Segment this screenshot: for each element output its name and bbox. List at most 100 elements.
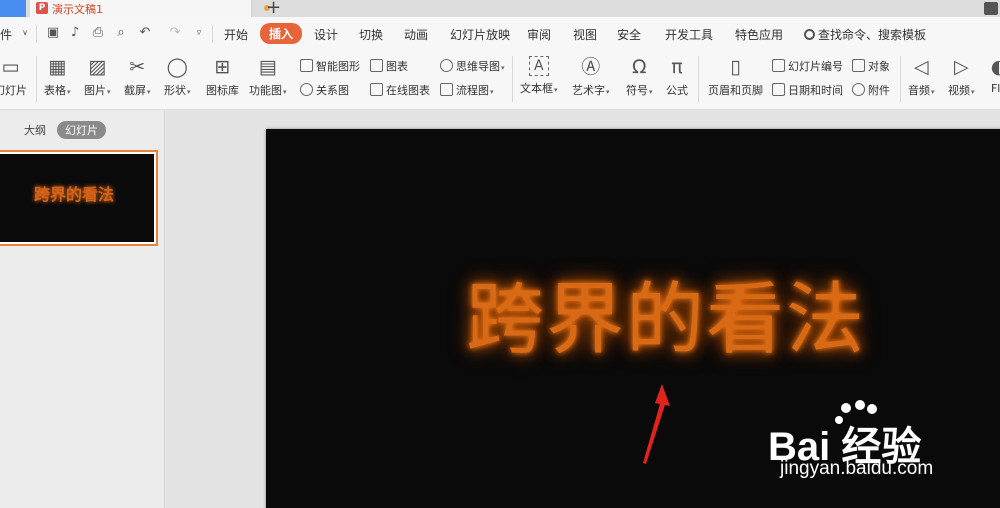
word-art-button[interactable]: Ⓐ 艺术字▾ bbox=[572, 56, 610, 98]
online-chart-icon bbox=[370, 83, 383, 96]
object-icon bbox=[852, 59, 865, 72]
symbol-button[interactable]: Ω 符号▾ bbox=[626, 56, 653, 98]
undo-icon[interactable]: ↶ bbox=[138, 26, 152, 40]
print-icon[interactable]: ⎙ bbox=[91, 26, 105, 40]
smart-shape-button[interactable]: 智能图形 bbox=[300, 58, 360, 74]
menu-animation[interactable]: 动画 bbox=[404, 26, 428, 43]
tab-slides[interactable]: 幻灯片 bbox=[57, 121, 106, 139]
command-search-label: 查找命令、搜索模板 bbox=[818, 28, 927, 42]
menu-transition[interactable]: 切换 bbox=[359, 26, 383, 43]
smart-shape-icon bbox=[300, 59, 313, 72]
online-chart-button[interactable]: 在线图表 bbox=[370, 82, 430, 98]
picture-icon: ▨ bbox=[88, 56, 107, 78]
flash-label: Fla bbox=[990, 82, 1000, 95]
customize-icon[interactable]: ▿ bbox=[192, 26, 206, 40]
header-footer-icon: ▯ bbox=[730, 56, 741, 78]
menu-insert[interactable]: 插入 bbox=[260, 23, 303, 44]
chart-label: 图表 bbox=[386, 60, 408, 73]
chevron-down-icon[interactable]: ∨ bbox=[18, 26, 32, 40]
file-menu[interactable]: 文件 bbox=[0, 26, 12, 43]
online-chart-label: 在线图表 bbox=[386, 84, 430, 97]
text-box-button[interactable]: A 文本框▾ bbox=[520, 56, 558, 96]
redo-icon[interactable]: ↷ bbox=[168, 26, 182, 40]
slide-number-button[interactable]: 幻灯片编号 bbox=[772, 58, 843, 74]
home-tab[interactable] bbox=[0, 0, 26, 17]
omega-icon: Ω bbox=[631, 56, 647, 78]
menu-review[interactable]: 审阅 bbox=[527, 26, 551, 43]
flow-chart-button[interactable]: 流程图▾ bbox=[440, 82, 494, 98]
object-button[interactable]: 对象 bbox=[852, 58, 890, 74]
audio-button[interactable]: ◁ 音频▾ bbox=[908, 56, 935, 98]
document-name: 演示文稿1 bbox=[52, 3, 103, 16]
relation-button[interactable]: 关系图 bbox=[300, 82, 349, 98]
paw-toe bbox=[855, 400, 865, 410]
print-preview-icon[interactable]: ⌕ bbox=[114, 26, 128, 40]
function-chart-icon: ▤ bbox=[258, 56, 277, 78]
menu-home[interactable]: 开始 bbox=[224, 26, 248, 43]
video-button[interactable]: ▷ 视频▾ bbox=[948, 56, 975, 98]
baidu-watermark: Bai 经验 jingyan.baidu.com bbox=[768, 400, 968, 490]
divider bbox=[36, 25, 37, 43]
presentation-icon: P bbox=[36, 2, 48, 14]
formula-button[interactable]: π 公式 bbox=[666, 56, 688, 98]
table-label: 表格 bbox=[44, 84, 66, 97]
table-button[interactable]: ▦ 表格▾ bbox=[44, 56, 71, 98]
flow-chart-label: 流程图 bbox=[456, 84, 489, 97]
smart-shape-label: 智能图形 bbox=[316, 60, 360, 73]
speaker-icon: ◁ bbox=[913, 56, 929, 78]
slide-thumbnail[interactable]: 跨界的看法 bbox=[0, 150, 158, 246]
flow-chart-icon bbox=[440, 83, 453, 96]
word-art-icon: Ⓐ bbox=[581, 56, 601, 78]
relation-label: 关系图 bbox=[316, 84, 349, 97]
picture-button[interactable]: ▨ 图片▾ bbox=[84, 56, 111, 98]
attachment-button[interactable]: 附件 bbox=[852, 82, 890, 98]
new-tab-button[interactable]: + bbox=[266, 0, 281, 18]
menu-features[interactable]: 特色应用 bbox=[735, 26, 783, 43]
video-icon: ▷ bbox=[953, 56, 969, 78]
new-slide-label: 幻灯片 bbox=[0, 84, 27, 97]
menu-developer[interactable]: 开发工具 bbox=[665, 26, 713, 43]
menu-view[interactable]: 视图 bbox=[573, 26, 597, 43]
slide-title[interactable]: 跨界的看法 bbox=[466, 257, 866, 369]
icon-library-label: 图标库 bbox=[206, 84, 239, 97]
icon-library-button[interactable]: ⊞ 图标库 bbox=[206, 56, 239, 98]
function-chart-label: 功能图 bbox=[249, 84, 282, 97]
menu-slideshow[interactable]: 幻灯片放映 bbox=[450, 26, 510, 43]
date-time-label: 日期和时间 bbox=[788, 84, 843, 97]
audio-label: 音频 bbox=[908, 84, 930, 97]
divider bbox=[36, 56, 37, 102]
flash-button[interactable]: ◐ Fla bbox=[988, 56, 1000, 95]
header-footer-label: 页眉和页脚 bbox=[708, 84, 763, 97]
screenshot-button[interactable]: ✂ 截屏▾ bbox=[124, 56, 151, 98]
slide-number-icon bbox=[772, 59, 785, 72]
document-tab[interactable]: P 演示文稿1 bbox=[30, 0, 270, 17]
mind-map-button[interactable]: 思维导图▾ bbox=[440, 58, 505, 74]
save-icon[interactable]: ▣ bbox=[46, 26, 60, 40]
header-footer-button[interactable]: ▯ 页眉和页脚 bbox=[708, 56, 763, 98]
chart-button[interactable]: 图表 bbox=[370, 58, 408, 74]
menu-design[interactable]: 设计 bbox=[314, 26, 338, 43]
command-search[interactable]: 查找命令、搜索模板 bbox=[804, 26, 926, 43]
function-chart-button[interactable]: ▤ 功能图▾ bbox=[249, 56, 287, 98]
format-painter-icon[interactable]: ♪ bbox=[68, 26, 82, 40]
word-art-label: 艺术字 bbox=[572, 84, 605, 97]
slides-panel: 大纲 幻灯片 跨界的看法 bbox=[0, 111, 165, 508]
paw-toe bbox=[841, 403, 851, 413]
tab-outline[interactable]: 大纲 bbox=[24, 122, 46, 138]
object-label: 对象 bbox=[868, 60, 890, 73]
new-slide-button[interactable]: ▭ 幻灯片 bbox=[0, 56, 27, 98]
menu-security[interactable]: 安全 bbox=[617, 26, 641, 43]
window-control-icon[interactable] bbox=[984, 2, 998, 15]
thumbnail-title: 跨界的看法 bbox=[34, 185, 115, 204]
attachment-label: 附件 bbox=[868, 84, 890, 97]
flash-icon: ◐ bbox=[990, 56, 1000, 78]
screenshot-label: 截屏 bbox=[124, 84, 146, 97]
shape-button[interactable]: ◯ 形状▾ bbox=[164, 56, 191, 98]
insert-ribbon: ▭幻灯片 ▦表格▾ ▨图片▾ ✂截屏▾ ◯形状▾ ⊞图标库 ▤功能图▾ 智能图形… bbox=[0, 50, 1000, 110]
chart-icon bbox=[370, 59, 383, 72]
text-box-icon: A bbox=[528, 56, 549, 76]
date-time-button[interactable]: 日期和时间 bbox=[772, 82, 843, 98]
paperclip-icon bbox=[852, 83, 865, 96]
divider bbox=[900, 56, 901, 102]
calendar-icon bbox=[772, 83, 785, 96]
